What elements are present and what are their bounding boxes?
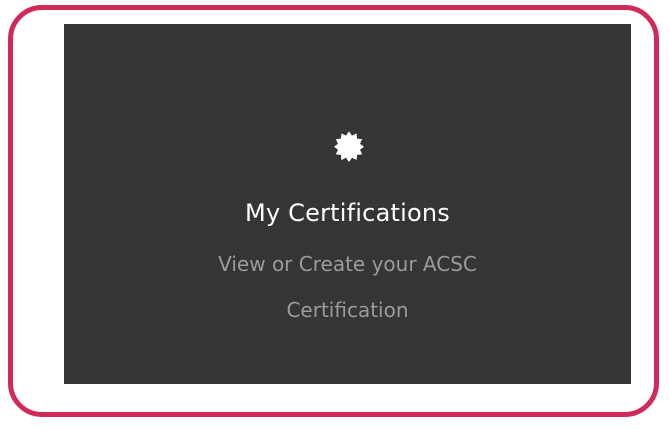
certificate-badge-icon <box>334 131 364 162</box>
card-description-line-1: View or Create your ACSC <box>218 252 477 276</box>
card-title: My Certifications <box>245 199 450 227</box>
card-description: View or Create your ACSC Certification <box>64 241 631 333</box>
card-description-line-2: Certification <box>286 298 409 322</box>
